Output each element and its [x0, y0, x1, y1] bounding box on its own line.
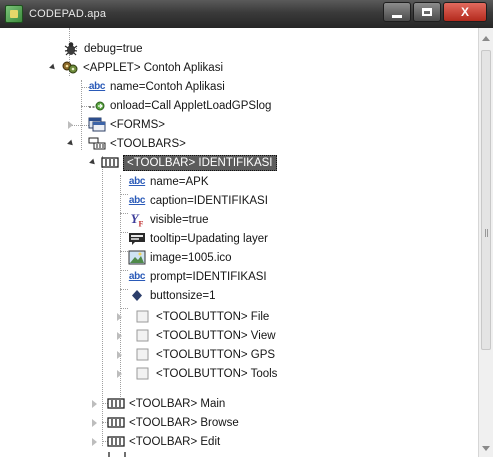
tree-item-toolbutton-tools[interactable]: <TOOLBUTTON> Tools: [115, 364, 277, 383]
tree-item-label: <TOOLBUTTON> View: [156, 329, 276, 342]
tree-item-toolbar-browse[interactable]: <TOOLBAR> Browse: [90, 413, 239, 432]
bug-icon: [62, 41, 80, 56]
tree-item-property[interactable]: abc caption=IDENTIFIKASI: [128, 191, 268, 210]
tree-item-toolbars[interactable]: <TOOLBARS>: [66, 134, 186, 153]
tree-item-label: <TOOLBAR> Edit: [129, 435, 221, 448]
tree-item-label: <FORMS>: [110, 118, 165, 131]
tree-item-property[interactable]: abc name=APK: [128, 172, 209, 191]
tree-item-label: tooltip=Upadating layer: [150, 232, 268, 245]
abc-text-icon: abc: [128, 270, 146, 282]
title-bar[interactable]: CODEPAD.apa X: [0, 0, 493, 28]
tree-item-label: name=Contoh Aplikasi: [110, 80, 225, 93]
collapse-arrow-icon[interactable]: [48, 63, 57, 72]
toolbar-icon: [101, 155, 119, 170]
collapse-arrow-icon[interactable]: [66, 139, 75, 148]
scrollbar-thumb[interactable]: [481, 50, 491, 350]
tree-item-toolbar-edit[interactable]: <TOOLBAR> Edit: [90, 432, 220, 451]
applet-icon: [61, 60, 79, 75]
tree-item-partial: [108, 452, 130, 457]
tree-line: [120, 194, 128, 195]
tree-item-label: <APPLET> Contoh Aplikasi: [83, 61, 223, 74]
boolean-icon: YF: [130, 210, 144, 229]
tree-line: [120, 289, 128, 290]
window-title: CODEPAD.apa: [29, 8, 107, 20]
toolbars-icon: [88, 136, 106, 151]
xml-tree-view[interactable]: debug=true <APPLET> Contoh Aplikasi abc …: [0, 28, 478, 457]
toolbar-icon: [108, 452, 126, 457]
abc-text-icon: abc: [128, 175, 146, 187]
scroll-up-icon[interactable]: [482, 36, 490, 41]
minimize-icon: [392, 14, 402, 18]
expand-arrow-icon[interactable]: [66, 120, 75, 129]
toolbar-icon: [107, 415, 125, 430]
tree-item-toolbar-main[interactable]: <TOOLBAR> Main: [90, 394, 225, 413]
tree-item-label: caption=IDENTIFIKASI: [150, 194, 268, 207]
tree-item-onload[interactable]: onload=Call AppletLoadGPSlog: [88, 96, 271, 115]
tree-item-label: visible=true: [150, 213, 209, 226]
tree-item-label: name=APK: [150, 175, 209, 188]
expand-arrow-icon[interactable]: [115, 369, 124, 378]
expand-arrow-icon[interactable]: [90, 437, 99, 446]
maximize-button[interactable]: [413, 2, 441, 22]
tooltip-icon: [128, 231, 146, 246]
tree-item-label: prompt=IDENTIFIKASI: [150, 270, 267, 283]
abc-text-icon: abc: [128, 194, 146, 206]
tree-item-label: <TOOLBAR> Browse: [129, 416, 239, 429]
number-icon: [128, 288, 146, 303]
toolbar-icon: [107, 434, 125, 449]
expand-arrow-icon[interactable]: [90, 418, 99, 427]
tree-item-label: debug=true: [84, 42, 143, 55]
abc-text-icon: abc: [88, 80, 106, 92]
tree-item-toolbutton-gps[interactable]: <TOOLBUTTON> GPS: [115, 345, 275, 364]
window-controls: X: [383, 2, 487, 22]
vertical-scrollbar[interactable]: [478, 28, 493, 457]
expand-arrow-icon[interactable]: [115, 312, 124, 321]
tree-item-label: onload=Call AppletLoadGPSlog: [110, 99, 272, 112]
close-icon: X: [460, 5, 469, 19]
expand-arrow-icon[interactable]: [115, 350, 124, 359]
tree-line: [120, 251, 128, 252]
app-icon: [5, 5, 23, 23]
tree-item-name[interactable]: abc name=Contoh Aplikasi: [88, 77, 225, 96]
tree-item-property[interactable]: buttonsize=1: [128, 286, 216, 305]
tree-item-applet[interactable]: <APPLET> Contoh Aplikasi: [48, 58, 223, 77]
collapse-arrow-icon[interactable]: [88, 158, 97, 167]
image-icon: [128, 250, 146, 265]
tree-item-property[interactable]: abc prompt=IDENTIFIKASI: [128, 267, 267, 286]
toolbutton-icon: [134, 347, 152, 362]
scroll-down-icon[interactable]: [482, 446, 490, 451]
event-arrow-icon: [88, 98, 106, 113]
tree-line: [120, 232, 128, 233]
tree-item-label: <TOOLBARS>: [110, 137, 186, 150]
minimize-button[interactable]: [383, 2, 411, 22]
tree-item-toolbutton-view[interactable]: <TOOLBUTTON> View: [115, 326, 276, 345]
close-button[interactable]: X: [443, 2, 487, 22]
forms-icon: [88, 117, 106, 132]
tree-item-label: image=1005.ico: [150, 251, 232, 264]
toolbutton-icon: [134, 309, 152, 324]
toolbutton-icon: [134, 366, 152, 381]
tree-item-property[interactable]: YF visible=true: [128, 210, 209, 229]
tree-item-label: <TOOLBUTTON> Tools: [156, 367, 278, 380]
tree-item-label: <TOOLBUTTON> File: [156, 310, 270, 323]
grip-icon: [485, 229, 488, 237]
tree-item-label: buttonsize=1: [150, 289, 216, 302]
tree-item-debug[interactable]: debug=true: [62, 39, 143, 58]
tree-line: [120, 270, 128, 271]
tree-item-toolbutton-file[interactable]: <TOOLBUTTON> File: [115, 307, 269, 326]
expand-arrow-icon[interactable]: [90, 399, 99, 408]
tree-line: [120, 213, 128, 214]
tree-item-forms[interactable]: <FORMS>: [66, 115, 165, 134]
tree-item-toolbar-identifikasi[interactable]: <TOOLBAR> IDENTIFIKASI: [88, 153, 277, 172]
tree-item-property[interactable]: image=1005.ico: [128, 248, 232, 267]
tree-item-property[interactable]: tooltip=Upadating layer: [128, 229, 268, 248]
tree-item-label: <TOOLBAR> IDENTIFIKASI: [123, 154, 277, 171]
expand-arrow-icon[interactable]: [115, 331, 124, 340]
toolbutton-icon: [134, 328, 152, 343]
tree-item-label: <TOOLBUTTON> GPS: [156, 348, 276, 361]
maximize-icon: [422, 8, 432, 16]
toolbar-icon: [107, 396, 125, 411]
tree-item-label: <TOOLBAR> Main: [129, 397, 226, 410]
